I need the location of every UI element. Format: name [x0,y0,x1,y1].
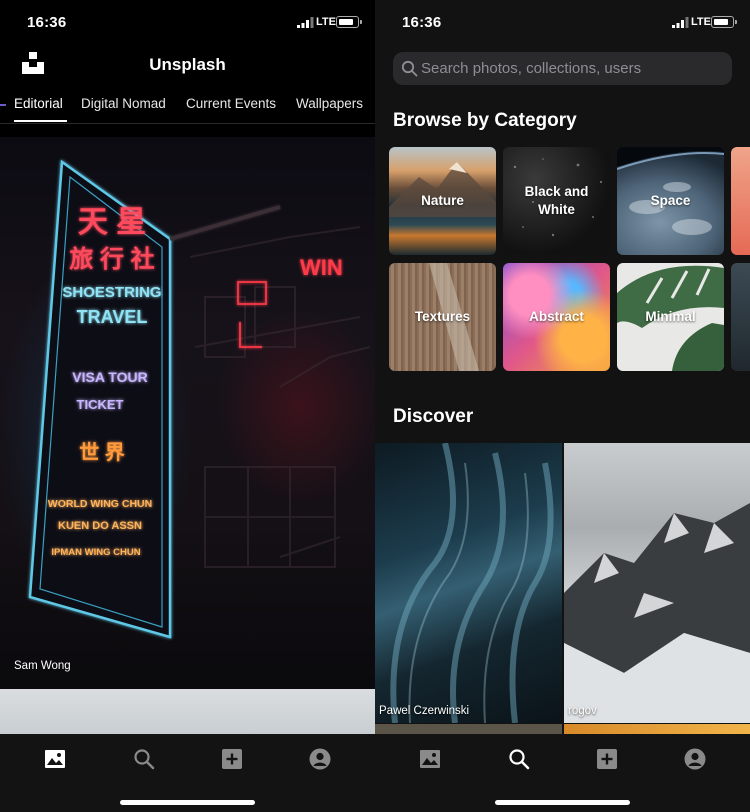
discover-photo-2[interactable]: rogov [564,443,750,723]
sign-line-8: WORLD WING CHUN [48,498,152,510]
tab-overflow-indicator [0,104,6,106]
sign-line-9: KUEN DO ASSN [58,520,142,532]
search-icon [401,60,418,77]
category-label: Textures [414,309,471,324]
category-abstract[interactable]: Abstract [503,263,610,371]
search-bar[interactable] [393,52,732,85]
profile-icon[interactable] [309,748,331,770]
category-tabs: Editorial Digital Nomad Current Events W… [0,94,375,124]
add-icon[interactable] [596,748,618,770]
home-indicator [120,800,255,805]
network-type: LTE [316,16,336,28]
editorial-screen: 16:36 LTE Unsplash Editorial Digital Nom… [0,0,375,812]
network-type: LTE [691,16,711,28]
browse-title: Browse by Category [393,110,577,131]
tab-editorial[interactable]: Editorial [14,96,63,111]
category-nature[interactable]: Nature [389,147,496,255]
home-indicator [495,800,630,805]
sign-line-10: IPMAN WING CHUN [51,547,140,558]
red-neon-text: WIN [300,255,343,280]
sign-line-6: TICKET [77,397,124,412]
photo-credit[interactable]: Pawel Czerwinski [379,705,469,717]
sign-line-5: VISA TOUR [72,369,147,385]
category-label: Space [650,193,691,208]
category-label: Minimal [645,309,696,324]
profile-icon[interactable] [684,748,706,770]
discover-title: Discover [393,406,474,427]
signal-icon [297,17,314,28]
search-icon[interactable] [508,748,530,770]
status-time: 16:36 [402,14,442,31]
category-textures[interactable]: Textures [389,263,496,371]
bottom-tab-bar [0,734,375,812]
sign-line-3: SHOESTRING [62,284,161,301]
sign-line-2: 旅 行 社 [69,245,154,273]
search-screen: 16:36 LTE Browse by Category Nature [375,0,750,812]
tab-current-events[interactable]: Current Events [186,96,276,111]
category-minimal[interactable]: Minimal [617,263,724,371]
active-tab-underline [14,120,67,122]
neon-sign-illustration: WIN 天 星 旅 行 社 SHOESTRING TRAVEL VISA TOU… [28,159,371,639]
blue-fluid-image [390,443,554,723]
category-more[interactable] [731,263,750,371]
search-input[interactable] [421,52,721,85]
app-title: Unsplash [149,55,226,74]
next-feed-photo[interactable] [0,689,375,734]
status-bar: 16:36 LTE [375,0,750,44]
discover-photo-1[interactable]: Pawel Czerwinski [375,443,562,723]
feed-photo[interactable]: WIN 天 星 旅 行 社 SHOESTRING TRAVEL VISA TOU… [0,137,375,689]
category-label: Abstract [529,309,584,324]
status-time: 16:36 [27,14,67,31]
tab-digital-nomad[interactable]: Digital Nomad [81,96,166,111]
signal-icon [672,17,689,28]
sign-line-4: TRAVEL [77,307,148,327]
category-label: Black and White [524,184,589,217]
sign-line-7: 世 界 [79,441,125,464]
category-space[interactable]: Space [617,147,724,255]
battery-icon [336,16,362,28]
sign-line-1: 天 星 [78,206,146,239]
add-icon[interactable] [221,748,243,770]
category-black-and-white[interactable]: Black and White [503,147,610,255]
bottom-tab-bar [375,734,750,812]
category-more[interactable] [731,147,750,255]
photo-credit[interactable]: Sam Wong [14,660,71,672]
tab-wallpapers[interactable]: Wallpapers [296,96,363,111]
photos-icon[interactable] [44,748,66,770]
photos-icon[interactable] [419,748,441,770]
photo-credit[interactable]: rogov [568,705,597,717]
snowy-mountain-image [564,503,750,723]
status-bar: 16:36 LTE [0,0,375,44]
battery-icon [711,16,737,28]
category-label: Nature [421,193,464,208]
search-icon[interactable] [133,748,155,770]
